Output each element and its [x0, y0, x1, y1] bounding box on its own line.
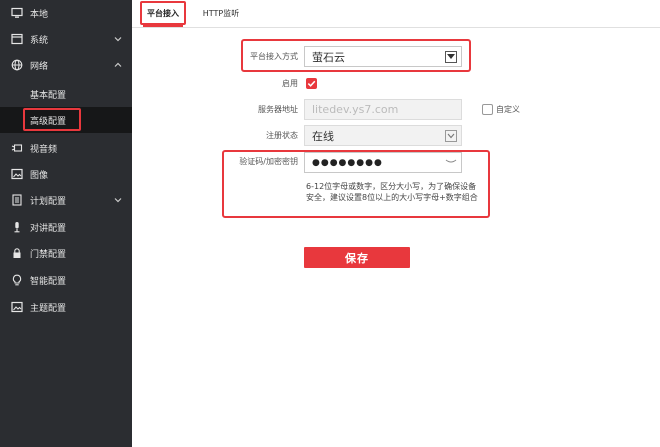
eye-icon[interactable] [445, 158, 457, 169]
chevron-down-icon [113, 34, 123, 44]
verification-code-value: ●●●●●●●● [312, 157, 383, 168]
sidebar-subitem-label: 基本配置 [30, 91, 67, 101]
window-icon [11, 33, 23, 45]
chevron-down-icon [113, 195, 123, 205]
sidebar-item-label: 门禁配置 [30, 249, 67, 260]
save-button[interactable]: 保存 [304, 247, 410, 268]
sidebar-item-smart-config[interactable]: 智能配置 [0, 267, 132, 293]
sidebar-item-schedule-config[interactable]: 计划配置 [0, 187, 132, 213]
highlight-box [140, 1, 186, 25]
server-address-value: litedev.ys7.com [312, 103, 399, 116]
sidebar-item-label: 对讲配置 [30, 223, 67, 234]
custom-checkbox[interactable] [482, 104, 493, 115]
sidebar-item-video-audio[interactable]: 视音频 [0, 135, 132, 161]
image-icon [11, 168, 23, 180]
calendar-icon [11, 194, 23, 206]
access-mode-label: 平台接入方式 [250, 52, 298, 61]
sidebar-item-label: 图像 [30, 170, 49, 181]
access-mode-select[interactable]: 萤石云 [304, 46, 462, 67]
chevron-up-icon [113, 60, 123, 70]
globe-icon [11, 59, 23, 71]
sidebar-item-access-control-config[interactable]: 门禁配置 [0, 240, 132, 266]
bulb-icon [11, 274, 23, 286]
custom-label: 自定义 [496, 105, 520, 114]
verification-code-input[interactable]: ●●●●●●●● [304, 152, 462, 173]
enable-label: 启用 [282, 79, 298, 88]
server-address-label: 服务器地址 [258, 105, 298, 114]
sidebar-item-network[interactable]: 网络 [0, 52, 132, 78]
sidebar-subitem-advanced-config[interactable]: 高级配置 [0, 107, 132, 133]
sidebar: 本地 系统 网络 基本配置 高级配置 视音频 图像 计划配置 对讲配置 门禁配置… [0, 0, 132, 447]
picture-icon [11, 301, 23, 313]
registration-status-label: 注册状态 [266, 131, 298, 140]
tab-active-indicator [143, 25, 183, 27]
sidebar-item-label: 视音频 [30, 144, 58, 155]
microphone-icon [11, 221, 23, 233]
tab-platform-access[interactable]: 平台接入 [136, 0, 190, 27]
sidebar-item-intercom-config[interactable]: 对讲配置 [0, 214, 132, 240]
chevron-down-icon [445, 130, 457, 142]
verification-code-label: 验证码/加密密钥 [239, 157, 298, 166]
sidebar-item-label: 主题配置 [30, 303, 67, 314]
sidebar-item-label: 计划配置 [30, 196, 67, 207]
tab-label: HTTP监听 [202, 9, 240, 18]
tab-http-listen[interactable]: HTTP监听 [194, 0, 248, 27]
sidebar-item-system[interactable]: 系统 [0, 26, 132, 52]
sidebar-subitem-basic-config[interactable]: 基本配置 [0, 81, 132, 107]
sidebar-item-local[interactable]: 本地 [0, 0, 132, 26]
registration-status-value: 在线 [312, 129, 334, 143]
sidebar-item-label: 本地 [30, 9, 49, 20]
monitor-icon [11, 7, 23, 19]
verification-code-hint: 6-12位字母或数字，区分大小写，为了确保设备安全，建议设置8位以上的大小写字母… [306, 182, 478, 202]
checkmark-icon [307, 80, 316, 87]
registration-status-select: 在线 [304, 125, 462, 146]
sidebar-item-label: 网络 [30, 61, 49, 72]
access-mode-value: 萤石云 [312, 50, 345, 64]
tab-bar: 平台接入 HTTP监听 [132, 0, 660, 28]
sidebar-item-label: 系统 [30, 35, 49, 46]
camera-icon [11, 142, 23, 154]
enable-checkbox[interactable] [306, 78, 317, 89]
sidebar-subitem-label: 高级配置 [30, 117, 67, 127]
chevron-down-icon [445, 51, 457, 63]
sidebar-item-image[interactable]: 图像 [0, 161, 132, 187]
sidebar-item-theme-config[interactable]: 主题配置 [0, 294, 132, 320]
server-address-field[interactable]: litedev.ys7.com [304, 99, 462, 120]
lock-icon [11, 247, 23, 259]
sidebar-item-label: 智能配置 [30, 276, 67, 287]
